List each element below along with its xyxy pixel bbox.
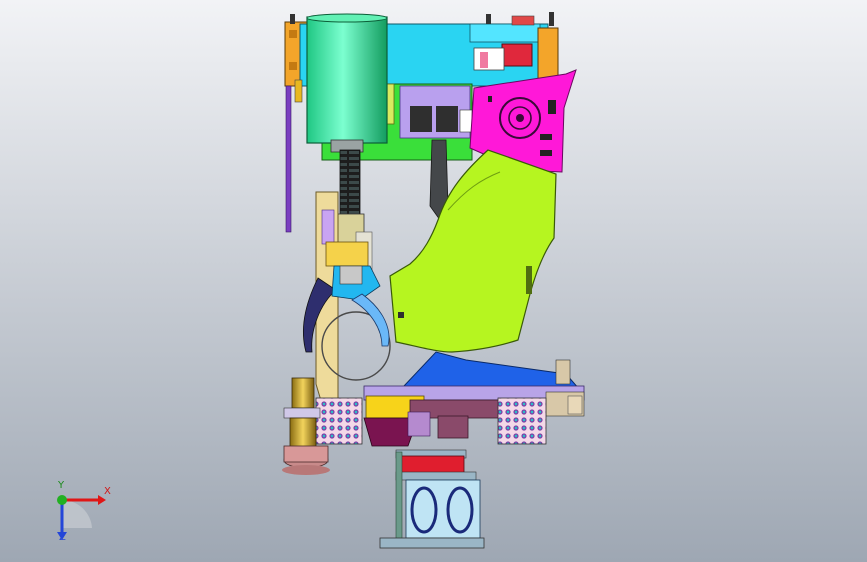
y-axis-label: Y	[58, 480, 65, 491]
cad-graphics-viewport[interactable]: X Y Z	[0, 0, 867, 562]
z-axis-label: Z	[59, 532, 66, 543]
x-axis-label: X	[104, 486, 111, 497]
cad-model-view[interactable]	[0, 0, 867, 562]
axis-triad-icon	[57, 495, 106, 540]
drive-motor[interactable]	[306, 13, 388, 153]
axis-triad: X Y Z	[40, 478, 130, 548]
